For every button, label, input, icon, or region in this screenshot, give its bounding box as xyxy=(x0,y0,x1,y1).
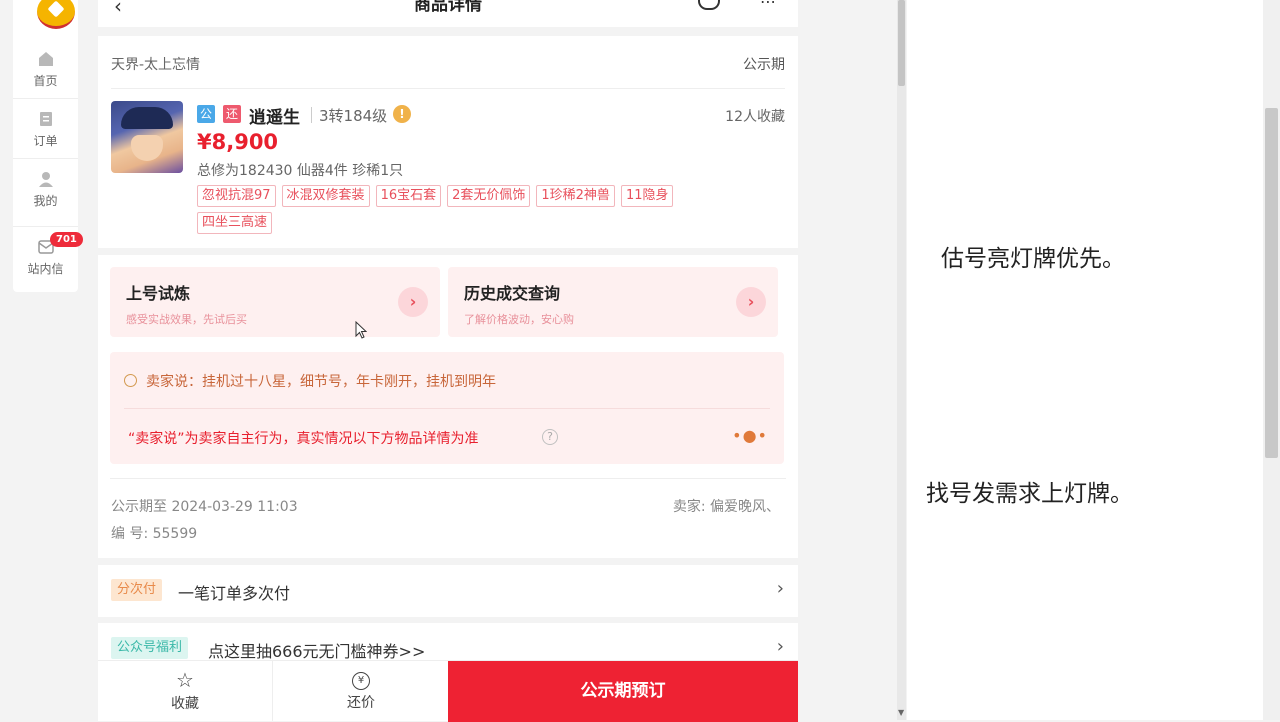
feature-chip: 11隐身 xyxy=(620,185,674,207)
feature-chips: 忽视抗混97 冰混双修套装 16宝石套 2套无价佩饰 1珍稀2神兽 11隐身四坐三高速 xyxy=(197,184,757,238)
page-scrollbar[interactable] xyxy=(897,0,906,720)
installment-text: 一笔订单多次付 xyxy=(178,584,291,603)
bargain-label: 还价 xyxy=(347,695,375,711)
product-summary: 总修为182430 仙器4件 珍稀1只 xyxy=(197,163,404,179)
user-icon xyxy=(38,172,53,187)
character-level: 3转184级 xyxy=(319,107,388,125)
chevron-right-icon: › xyxy=(776,578,784,599)
server-name: 天界-太上忘情 xyxy=(111,57,201,73)
favorite-label: 收藏 xyxy=(171,696,199,712)
yen-coin-icon: ¥ xyxy=(352,672,370,690)
wechat-benefit-text: 点这里抽666元无门槛神券>> xyxy=(208,642,426,661)
page-scrollbar-thumb[interactable] xyxy=(898,0,905,86)
favorite-button[interactable]: ☆ 收藏 xyxy=(98,661,272,721)
trial-login-button[interactable]: 上号试炼 感受实战效果，先试后买 › xyxy=(110,267,440,337)
product-detail-page: ‹ 商品详情 ⋯ 天界-太上忘情 公示期 公 还 逍遥生 3转184级 ! 12… xyxy=(98,0,798,722)
chevron-right-icon: › xyxy=(398,287,428,317)
nav-messages-label: 站内信 xyxy=(27,262,64,276)
notes-panel: 估号亮灯牌优先。 找号发需求上灯牌。 xyxy=(907,0,1263,720)
feature-chip: 1珍稀2神兽 xyxy=(536,185,615,207)
more-icon[interactable]: ⋯ xyxy=(760,0,776,11)
bargain-button[interactable]: ¥ 还价 xyxy=(272,661,449,721)
public-period-end: 公示期至 2024-03-29 11:03 xyxy=(111,499,298,515)
history-title: 历史成交查询 xyxy=(464,284,561,303)
seller-says-text: 卖家说：挂机过十八星，细节号，年卡刚开，挂机到明年 xyxy=(146,374,496,390)
feature-chip: 四坐三高速 xyxy=(197,212,273,234)
trial-title: 上号试炼 xyxy=(126,284,191,303)
character-name: 逍遥生 xyxy=(249,108,300,128)
divider xyxy=(311,107,312,123)
divider xyxy=(110,478,786,479)
divider xyxy=(124,408,770,409)
nav-divider xyxy=(13,98,78,99)
installment-row[interactable]: 分次付 一笔订单多次付 › xyxy=(98,565,798,617)
feature-chip: 16宝石套 xyxy=(375,185,442,207)
chevron-right-icon: › xyxy=(736,287,766,317)
actions-card: 上号试炼 感受实战效果，先试后买 › 历史成交查询 了解价格波动，安心购 › 卖… xyxy=(98,255,798,558)
nav-home[interactable]: 首页 xyxy=(13,50,78,89)
message-count-badge: 701 xyxy=(50,232,83,247)
seller-name: 卖家: 偏爱晚风、 xyxy=(672,499,780,515)
seller-says-box: 卖家说：挂机过十八星，细节号，年卡刚开，挂机到明年 “卖家说”为卖家自主行为，真… xyxy=(110,352,784,464)
page-header: ‹ 商品详情 ⋯ xyxy=(98,0,798,27)
help-icon[interactable]: ? xyxy=(542,429,558,445)
seller-disclaimer: “卖家说”为卖家自主行为，真实情况以下方物品详情为准 xyxy=(128,431,479,447)
serial-number: 编 号: 55599 xyxy=(111,526,198,542)
feature-chip: 2套无价佩饰 xyxy=(447,185,531,207)
history-deals-button[interactable]: 历史成交查询 了解价格波动，安心购 › xyxy=(448,267,778,337)
page-title: 商品详情 xyxy=(414,0,482,15)
divider xyxy=(111,88,785,89)
feature-chip: 冰混双修套装 xyxy=(281,185,370,207)
home-icon xyxy=(38,52,53,66)
feature-chip: 忽视抗混97 xyxy=(197,185,276,207)
public-tag: 公 xyxy=(197,105,215,123)
order-icon xyxy=(39,112,52,126)
note-text: 找号发需求上灯牌。 xyxy=(926,481,1133,507)
nav-mine-label: 我的 xyxy=(33,194,58,208)
note-text: 估号亮灯牌优先。 xyxy=(941,246,1125,272)
nav-orders[interactable]: 订单 xyxy=(13,110,78,149)
nav-divider xyxy=(13,226,78,227)
wechat-benefit-row[interactable]: 公众号福利 点这里抽666元无门槛神券>> › xyxy=(98,623,798,661)
bottom-action-bar: ☆ 收藏 ¥ 还价 公示期预订 xyxy=(98,660,798,722)
bargain-tag: 还 xyxy=(223,105,241,123)
nav-orders-label: 订单 xyxy=(33,134,58,148)
left-nav: 首页 订单 我的 站内信 701 xyxy=(13,0,83,292)
mouse-cursor-icon xyxy=(355,321,367,339)
chevron-right-icon: › xyxy=(776,636,784,657)
trial-subtitle: 感受实战效果，先试后买 xyxy=(126,313,247,326)
logo-icon xyxy=(37,0,75,29)
carousel-dots-icon: •●• xyxy=(732,426,768,445)
window-scrollbar-thumb[interactable] xyxy=(1265,108,1278,458)
price: ¥8,900 xyxy=(197,130,279,154)
reserve-button[interactable]: 公示期预订 xyxy=(448,661,798,722)
scroll-down-arrow-icon[interactable]: ▼ xyxy=(898,708,904,717)
nav-mine[interactable]: 我的 xyxy=(13,170,78,209)
nav-divider xyxy=(13,158,78,159)
star-icon: ☆ xyxy=(176,668,194,692)
product-info-card: 天界-太上忘情 公示期 公 还 逍遥生 3转184级 ! 12人收藏 ¥8,90… xyxy=(98,36,798,248)
info-warning-icon[interactable]: ! xyxy=(393,105,411,123)
character-avatar[interactable] xyxy=(111,101,183,173)
favorite-count: 12人收藏 xyxy=(725,109,785,125)
installment-tag: 分次付 xyxy=(111,579,163,601)
wechat-benefit-tag: 公众号福利 xyxy=(111,637,189,659)
chat-bubble-icon xyxy=(124,374,137,387)
history-subtitle: 了解价格波动，安心购 xyxy=(464,313,574,326)
nav-home-label: 首页 xyxy=(33,74,58,88)
status-label: 公示期 xyxy=(743,57,785,73)
